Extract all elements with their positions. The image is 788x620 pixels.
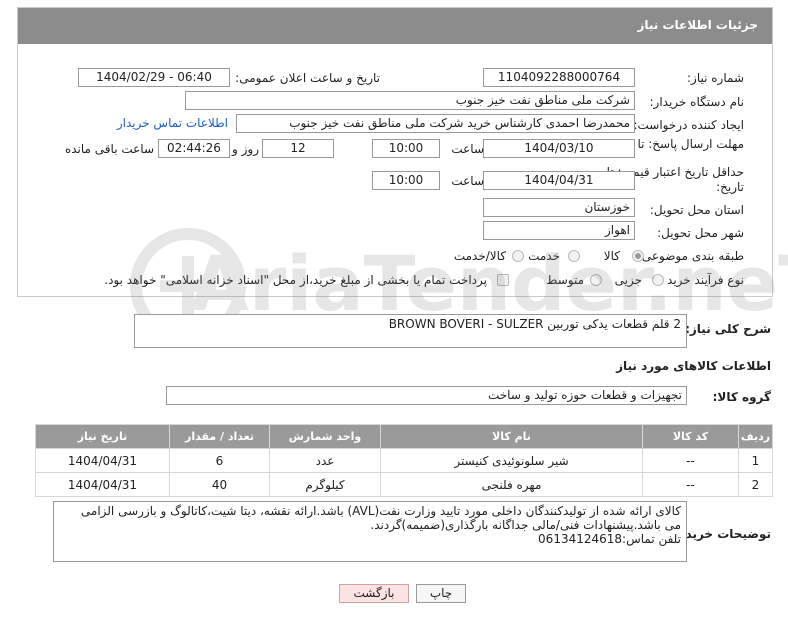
process-medium-radio[interactable] [590,274,602,286]
row-number: 1 [738,448,773,473]
province-label: استان محل تحویل: [649,203,744,217]
category-goods-radio[interactable] [632,250,644,262]
goods-name: مهره فلنجی [380,472,643,497]
panel-title: جزئیات اطلاعات نیاز [637,18,758,32]
col-date-header: تاریخ نیاز [35,424,170,449]
category-goods-service-label: کالا/خدمت [453,249,506,263]
process-minor-radio[interactable] [652,274,664,286]
remaining-time-field: 02:44:26 [158,139,230,158]
goods-group-label: گروه کالا: [712,390,771,404]
price-date-field: 1404/04/31 [483,171,635,190]
province-field: خوزستان [483,198,635,217]
category-service-label: خدمت [528,249,560,263]
back-button[interactable]: بازگشت [339,584,409,603]
days-label: روز و [232,142,259,156]
remaining-label: ساعت باقی مانده [64,142,154,156]
treasury-payment-note: پرداخت تمام یا بخشی از مبلغ خرید،از محل … [104,273,487,287]
goods-table: ردیف کد کالا نام کالا واحد شمارش تعداد /… [35,424,773,497]
announce-label: تاریخ و ساعت اعلان عمومی: [235,71,380,85]
category-service-radio[interactable] [568,250,580,262]
process-minor-label: جزیی [614,273,642,287]
reply-date-field: 1404/03/10 [483,139,635,158]
goods-section-title: اطلاعات کالاهای مورد نیاز [616,359,771,373]
goods-code: -- [642,472,739,497]
col-unit-header: واحد شمارش [269,424,381,449]
col-row-header: ردیف [738,424,773,449]
buyer-notes-line: می باشد.پیشنهادات فنی/مالی جداگانه بارگذ… [370,518,681,532]
city-label: شهر محل تحویل: [657,226,744,240]
buyer-notes-field: کالای ارائه شده از تولیدکنندگان داخلی مو… [53,501,687,562]
category-label: طبقه بندی موضوعی: [637,249,744,263]
buyer-org-label: نام دستگاه خریدار: [649,95,745,109]
days-field: 12 [262,139,334,158]
panel-header: جزئیات اطلاعات نیاز [18,8,772,44]
col-name-header: نام کالا [380,424,643,449]
reply-time-field: 10:00 [372,139,440,158]
city-field: اهواز [483,221,635,240]
table-row: 1 -- شیر سلونوئیدی کنیستر عدد 6 1404/04/… [35,448,773,473]
row-number: 2 [738,472,773,497]
need-number-field: 1104092288000764 [483,68,635,87]
unit: عدد [269,448,381,473]
announce-field: 1404/02/29 - 06:40 [78,68,230,87]
need-number-label: شماره نیاز: [687,71,744,85]
description-field: 2 قلم قطعات یدکی توربین BROWN BOVERI - S… [134,314,687,348]
goods-table-header: ردیف کد کالا نام کالا واحد شمارش تعداد /… [35,424,773,449]
unit: کیلوگرم [269,472,381,497]
table-row: 2 -- مهره فلنجی کیلوگرم 40 1404/04/31 [35,472,773,497]
col-code-header: کد کالا [642,424,739,449]
treasury-payment-checkbox[interactable] [497,274,509,286]
print-button[interactable]: چاپ [416,584,466,603]
process-medium-label: متوسط [546,273,584,287]
buyer-notes-line: کالای ارائه شده از تولیدکنندگان داخلی مو… [80,504,681,518]
creator-field: محمدرضا احمدی کارشناس خرید شرکت ملی مناط… [236,114,635,133]
process-label: نوع فرآیند خرید : [659,273,744,287]
need-date: 1404/04/31 [35,472,170,497]
need-date: 1404/04/31 [35,448,170,473]
col-qty-header: تعداد / مقدار [169,424,270,449]
quantity: 6 [169,448,270,473]
goods-group-field: تجهیزات و قطعات حوزه تولید و ساخت [166,386,687,405]
goods-name: شیر سلونوئیدی کنیستر [380,448,643,473]
category-goods-label: کالا [603,249,620,263]
quantity: 40 [169,472,270,497]
price-time-label: ساعت [451,174,484,188]
price-time-field: 10:00 [372,171,440,190]
buyer-notes-line: تلفن تماس:06134124618 [538,532,681,546]
description-text: 2 قلم قطعات یدکی توربین BROWN BOVERI - S… [388,317,681,331]
goods-code: -- [642,448,739,473]
buyer-org-field: شرکت ملی مناطق نفت خیز جنوب [185,91,635,110]
creator-label: ایجاد کننده درخواست: [633,118,744,132]
buyer-contact-link[interactable]: اطلاعات تماس خریدار [117,116,228,130]
category-goods-service-radio[interactable] [512,250,524,262]
reply-time-label: ساعت [451,142,484,156]
description-label: شرح کلی نیاز: [685,322,771,336]
